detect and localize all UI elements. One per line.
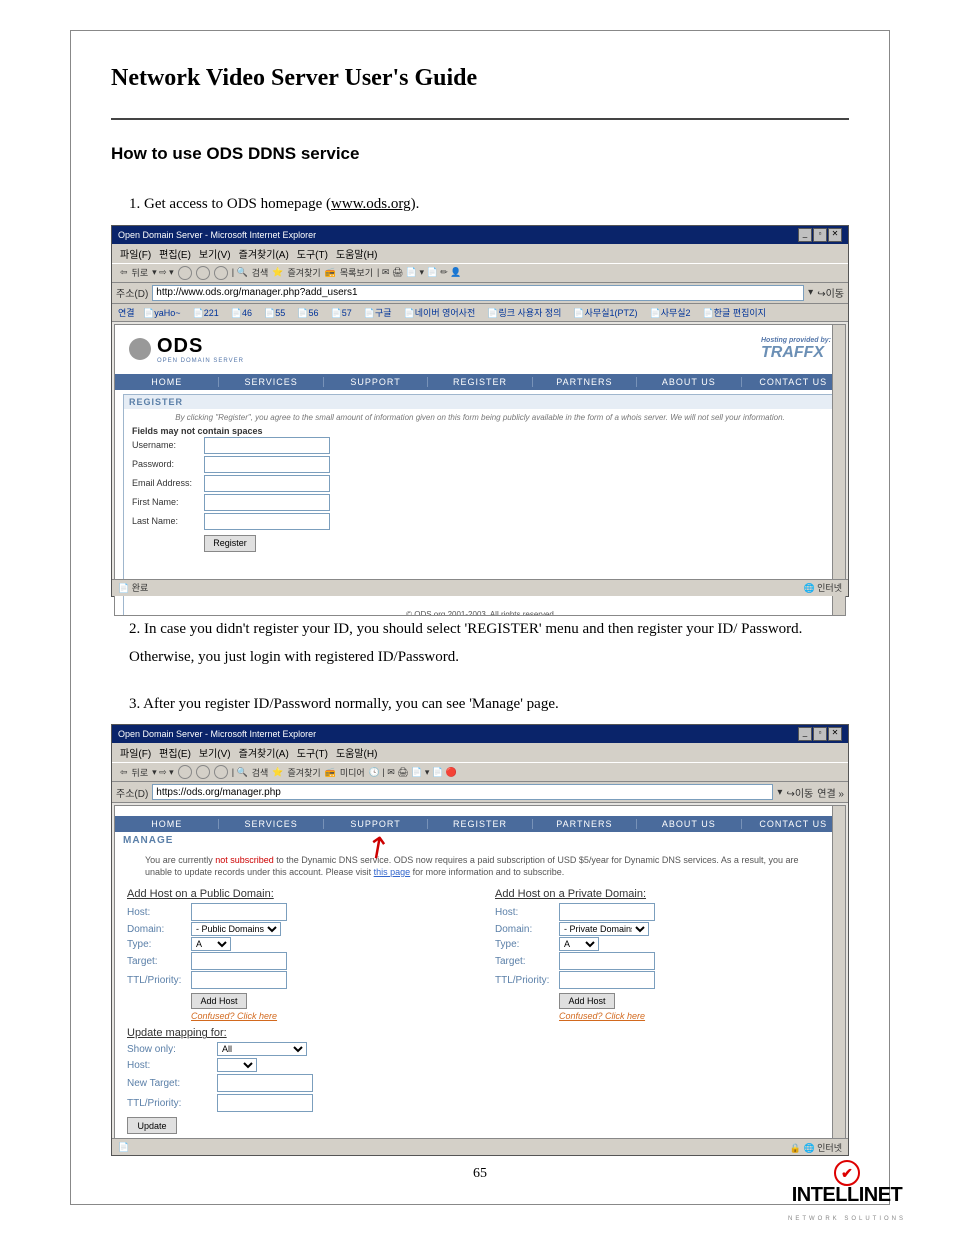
brand-logo: ✔ INTELLINET NETWORK SOLUTIONS xyxy=(788,1160,906,1225)
go-button[interactable]: ↪이동 xyxy=(817,285,844,300)
update-button[interactable]: Update xyxy=(127,1117,177,1134)
window-buttons[interactable]: _▫✕ xyxy=(797,727,842,741)
priv-add-host-button[interactable]: Add Host xyxy=(559,993,615,1009)
public-domain-column: Add Host on a Public Domain: Host: Domai… xyxy=(127,888,465,1021)
update-show-select[interactable]: All xyxy=(217,1042,307,1056)
priv-domain-select[interactable]: - Private Domains - xyxy=(559,922,649,936)
pub-add-host-button[interactable]: Add Host xyxy=(191,993,247,1009)
home-icon[interactable] xyxy=(214,765,228,779)
page-viewport: HOMESERVICESSUPPORTREGISTERPARTNERSABOUT… xyxy=(114,805,846,1147)
step-1: 1. Get access to ODS homepage (www.ods.o… xyxy=(129,190,849,219)
status-bar: 📄 완료 🌐 인터넷 xyxy=(112,579,848,596)
private-domain-column: Add Host on a Private Domain: Host: Doma… xyxy=(495,888,833,1021)
subscription-notice: You are currently not subscribed to the … xyxy=(115,849,845,884)
update-host-select[interactable] xyxy=(217,1058,257,1072)
pub-host-field[interactable] xyxy=(191,903,287,921)
window-buttons[interactable]: _▫✕ xyxy=(797,228,842,242)
new-target-field[interactable] xyxy=(217,1074,313,1092)
priv-type-select[interactable]: A xyxy=(559,937,599,951)
conn-link[interactable]: 연결 » xyxy=(817,785,844,800)
ie-toolbar[interactable]: ⇦ 뒤로 ▾ ⇨ ▾ | 🔍검색 ⭐즐겨찾기 📻미디어 🕓 | ✉ 🖨 📄 ▾ … xyxy=(112,762,848,782)
window-titlebar: Open Domain Server - Microsoft Internet … xyxy=(112,226,848,244)
pub-type-select[interactable]: A xyxy=(191,937,231,951)
update-heading: Update mapping for: xyxy=(115,1025,845,1041)
page-viewport: ODSOPEN DOMAIN SERVER Hosting provided b… xyxy=(114,324,846,616)
register-button[interactable]: Register xyxy=(204,535,256,552)
ods-nav[interactable]: HOMESERVICESSUPPORTREGISTERPARTNERSABOUT… xyxy=(115,374,845,390)
ods-gear-icon xyxy=(129,338,151,360)
priv-target-field[interactable] xyxy=(559,952,655,970)
refresh-icon[interactable] xyxy=(196,765,210,779)
priv-ttl-field[interactable] xyxy=(559,971,655,989)
address-input[interactable] xyxy=(152,784,773,800)
ie-toolbar[interactable]: ⇦ 뒤로 ▾ ⇨ ▾ | 🔍검색 ⭐즐겨찾기 📻목록보기 | ✉ 🖨 📄 ▾ 📄… xyxy=(112,263,848,283)
divider xyxy=(111,118,849,120)
register-heading: REGISTER xyxy=(124,395,836,409)
status-bar: 📄 🔒 🌐 인터넷 xyxy=(112,1138,848,1155)
priv-host-field[interactable] xyxy=(559,903,655,921)
stop-icon[interactable] xyxy=(178,765,192,779)
ods-url: www.ods.org xyxy=(331,196,411,212)
username-field[interactable] xyxy=(204,437,330,454)
update-ttl-field[interactable] xyxy=(217,1094,313,1112)
menu-bar[interactable]: 파일(F)편집(E)보기(V)즐겨찾기(A)도구(T)도움말(H) xyxy=(112,244,848,263)
traffx-logo: Hosting provided by:TRAFFX xyxy=(761,337,831,362)
register-disclaimer: By clicking "Register", you agree to the… xyxy=(124,409,836,426)
go-button[interactable]: ↪이동 xyxy=(786,785,813,800)
pub-domain-select[interactable]: - Public Domains - xyxy=(191,922,281,936)
page-number: 65 xyxy=(71,1166,889,1182)
password-field[interactable] xyxy=(204,456,330,473)
pub-target-field[interactable] xyxy=(191,952,287,970)
address-input[interactable] xyxy=(152,285,804,301)
ods-nav[interactable]: HOMESERVICESSUPPORTREGISTERPARTNERSABOUT… xyxy=(115,816,845,832)
scrollbar[interactable] xyxy=(832,806,845,1146)
priv-confused-link[interactable]: Confused? Click here xyxy=(559,1011,833,1021)
scrollbar[interactable] xyxy=(832,325,845,615)
refresh-icon[interactable] xyxy=(196,266,210,280)
pub-ttl-field[interactable] xyxy=(191,971,287,989)
links-bar[interactable]: 연결 📄yaHo~📄221📄46📄55📄56📄57📄구글📄네이버 영어사전📄링크… xyxy=(112,304,848,322)
field-note: Fields may not contain spaces xyxy=(124,426,836,436)
screenshot-manage: Open Domain Server - Microsoft Internet … xyxy=(111,724,849,1156)
stop-icon[interactable] xyxy=(178,266,192,280)
copyright: © ODS.org 2001-2003, All rights reserved xyxy=(124,610,836,616)
menu-bar[interactable]: 파일(F)편집(E)보기(V)즐겨찾기(A)도구(T)도움말(H) xyxy=(112,743,848,762)
pub-confused-link[interactable]: Confused? Click here xyxy=(191,1011,465,1021)
section-heading: How to use ODS DDNS service xyxy=(111,144,849,164)
address-bar: 주소(D) ▾↪이동 xyxy=(112,283,848,304)
lastname-field[interactable] xyxy=(204,513,330,530)
manage-heading: MANAGE xyxy=(115,832,845,849)
home-icon[interactable] xyxy=(214,266,228,280)
doc-title: Network Video Server User's Guide xyxy=(111,65,849,92)
ods-logo: ODS xyxy=(157,335,203,357)
step-3: 3. After you register ID/Password normal… xyxy=(129,690,849,719)
firstname-field[interactable] xyxy=(204,494,330,511)
step-2: 2. In case you didn't register your ID, … xyxy=(129,615,849,672)
check-icon: ✔ xyxy=(834,1160,860,1186)
email-field[interactable] xyxy=(204,475,330,492)
screenshot-register: Open Domain Server - Microsoft Internet … xyxy=(111,225,849,597)
window-titlebar: Open Domain Server - Microsoft Internet … xyxy=(112,725,848,743)
address-bar: 주소(D) ▾↪이동 연결 » xyxy=(112,782,848,803)
